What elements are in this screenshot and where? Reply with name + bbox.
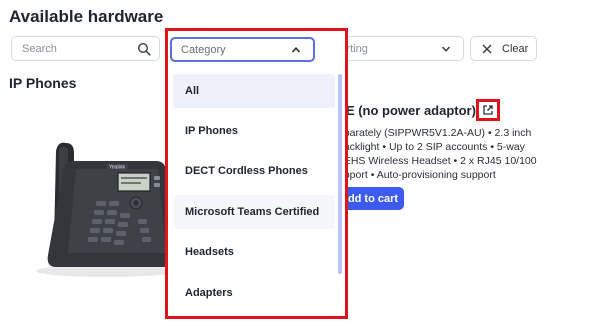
- category-option-headsets[interactable]: Headsets: [173, 235, 335, 269]
- search-icon[interactable]: [137, 42, 151, 56]
- category-option-microsoft-teams-certified[interactable]: Microsoft Teams Certified: [173, 195, 335, 229]
- clear-button[interactable]: Clear: [470, 36, 537, 61]
- search-field[interactable]: [11, 36, 160, 61]
- external-link-icon: [483, 105, 493, 115]
- category-options-list: All IP Phones DECT Cordless Phones Micro…: [170, 69, 343, 315]
- chevron-down-icon: [441, 46, 451, 52]
- category-select[interactable]: Category: [170, 37, 315, 62]
- category-option-adapters[interactable]: Adapters: [173, 276, 335, 310]
- description-line: backlight • Up to 2 SIP accounts • 5-way: [338, 141, 525, 153]
- product-description: eparately (SIPPWR5V1.2A-AU) • 2.3 inch b…: [338, 126, 600, 182]
- category-option-dect-cordless-phones[interactable]: DECT Cordless Phones: [173, 154, 335, 188]
- category-dropdown: All IP Phones DECT Cordless Phones Micro…: [165, 28, 348, 319]
- close-icon: [482, 44, 492, 54]
- description-line: eparately (SIPPWR5V1.2A-AU) • 2.3 inch: [338, 127, 532, 139]
- category-option-all[interactable]: All: [173, 74, 335, 108]
- product-image: Yealink: [36, 142, 177, 277]
- page-title: Available hardware: [9, 7, 164, 26]
- category-select-value: Category: [181, 44, 226, 56]
- category-option-ip-phones[interactable]: IP Phones: [173, 114, 335, 148]
- chevron-up-icon: [291, 47, 301, 53]
- section-title: IP Phones: [9, 75, 77, 91]
- description-line: upport • Auto-provisioning support: [338, 169, 496, 181]
- clear-button-label: Clear: [502, 43, 529, 55]
- product-title: oE (no power adaptor): [338, 103, 476, 118]
- dropdown-scrollbar[interactable]: [338, 74, 342, 274]
- svg-text:Yealink: Yealink: [109, 165, 125, 171]
- search-input[interactable]: [12, 37, 132, 60]
- external-link-button[interactable]: [476, 99, 500, 121]
- description-line: t EHS Wireless Headset • 2 x RJ45 10/100: [338, 155, 537, 167]
